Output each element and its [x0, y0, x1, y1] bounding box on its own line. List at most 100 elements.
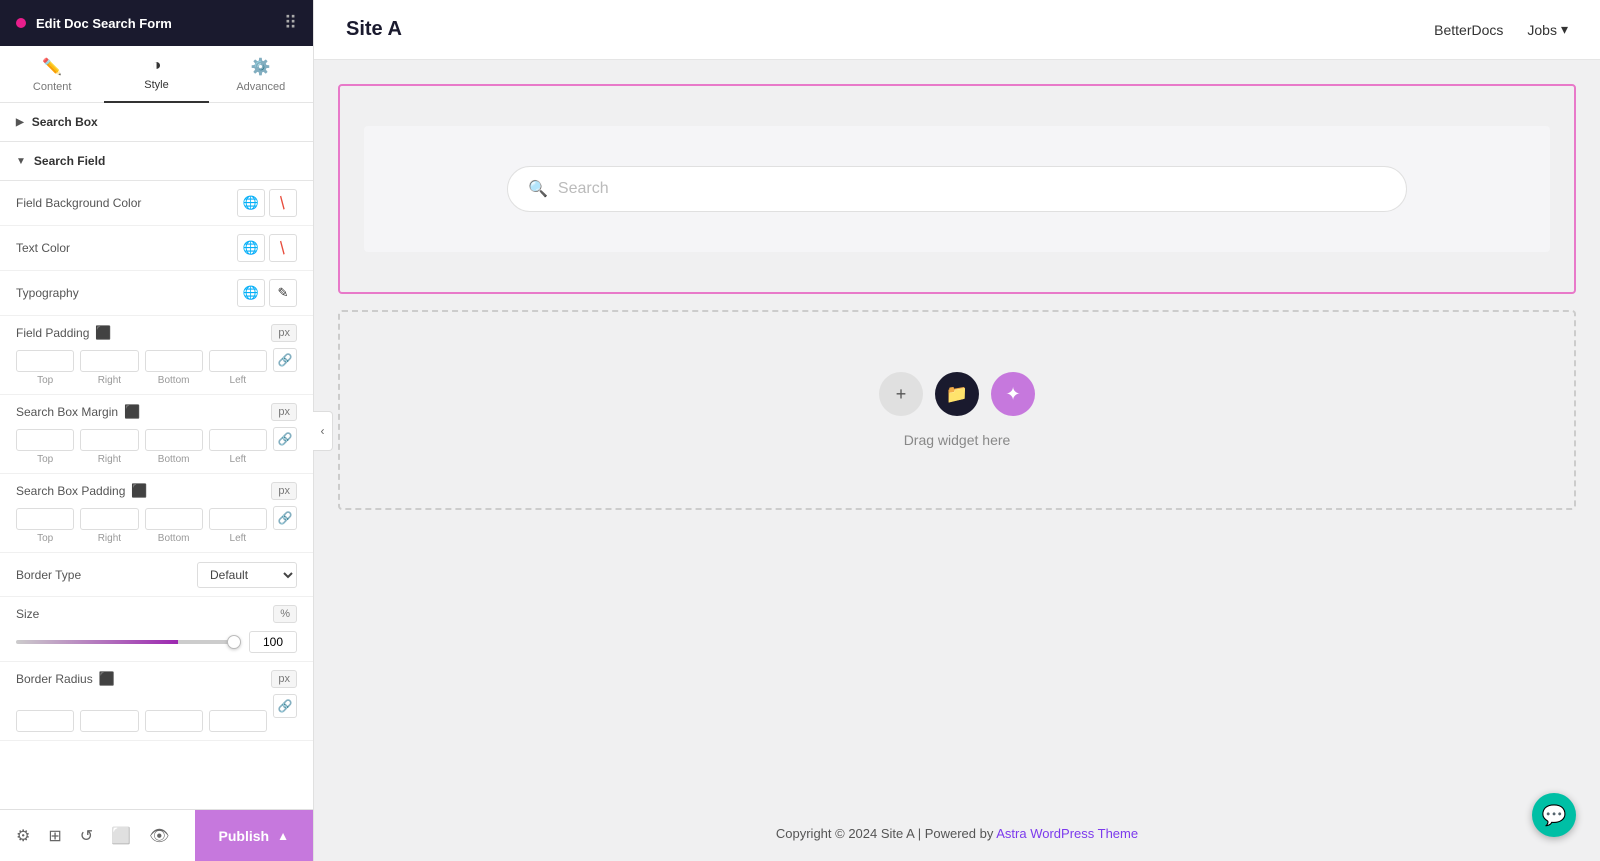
search-box-section-label: Search Box: [32, 115, 98, 129]
typography-controls: 🌐 ✎: [237, 279, 297, 307]
border-type-select[interactable]: Default None Solid Dashed: [197, 562, 297, 588]
search-box-arrow-icon: ▶: [16, 117, 24, 128]
sb-padding-right[interactable]: [80, 508, 138, 530]
margin-right-label: Right: [98, 454, 121, 465]
tab-advanced[interactable]: ⚙️ Advanced: [209, 47, 313, 103]
border-radius-left[interactable]: [209, 710, 267, 732]
search-input-display[interactable]: 🔍 Search: [507, 166, 1407, 212]
search-widget-section[interactable]: 🔍 Search: [338, 84, 1576, 294]
border-type-label: Border Type: [16, 568, 197, 582]
field-padding-inputs: Top Right Bottom Left 🔗: [16, 348, 297, 386]
tab-style[interactable]: ◑ Style: [104, 47, 208, 103]
bottom-icon-group: ⚙ ⊞ ↺ ⬜ 👁: [0, 822, 195, 850]
right-panel: Site A BetterDocs Jobs ▾ 🔍 Search + 📁: [314, 0, 1600, 861]
field-padding-bottom[interactable]: [145, 350, 203, 372]
search-box-margin-unit[interactable]: px: [271, 403, 297, 421]
ai-btn[interactable]: ✦: [991, 372, 1035, 416]
search-box-section-header[interactable]: ▶ Search Box: [0, 103, 313, 142]
grid-icon[interactable]: ⠿: [284, 13, 297, 34]
margin-bottom-label: Bottom: [158, 454, 190, 465]
border-radius-label: Border Radius ⬛: [16, 671, 115, 687]
field-padding-right[interactable]: [80, 350, 138, 372]
footer-text: Copyright © 2024 Site A | Powered by: [776, 826, 996, 841]
search-box-padding-unit[interactable]: px: [271, 482, 297, 500]
border-radius-link-btn[interactable]: 🔗: [273, 694, 297, 718]
margin-right[interactable]: [80, 429, 138, 451]
search-placeholder-text: Search: [558, 180, 609, 198]
color-slash-icon: /: [276, 194, 289, 212]
margin-monitor-icon: ⬛: [124, 404, 140, 420]
margin-top[interactable]: [16, 429, 74, 451]
margin-link-btn[interactable]: 🔗: [273, 427, 297, 451]
field-padding-left-label: Left: [230, 375, 247, 386]
settings-icon[interactable]: ⚙: [12, 822, 34, 850]
sb-padding-top[interactable]: [16, 508, 74, 530]
typography-edit-btn[interactable]: ✎: [269, 279, 297, 307]
site-footer: Copyright © 2024 Site A | Powered by Ast…: [314, 806, 1600, 861]
template-btn[interactable]: 📁: [935, 372, 979, 416]
field-padding-top-label: Top: [37, 375, 53, 386]
field-padding-unit[interactable]: px: [271, 324, 297, 342]
tab-content[interactable]: ✏️ Content: [0, 47, 104, 103]
size-slider-row: 100: [16, 631, 297, 653]
margin-bottom[interactable]: [145, 429, 203, 451]
tab-advanced-label: Advanced: [236, 81, 285, 93]
field-bg-color-swatch-btn[interactable]: /: [269, 189, 297, 217]
border-radius-right[interactable]: [80, 710, 138, 732]
field-bg-color-row: Field Background Color 🌐 /: [0, 181, 313, 226]
panel-bottom-bar: ⚙ ⊞ ↺ ⬜ 👁 Publish ▲: [0, 809, 313, 861]
text-color-swatch-btn[interactable]: /: [269, 234, 297, 262]
field-padding-monitor-icon: ⬛: [95, 325, 111, 341]
widget-drop-section[interactable]: + 📁 ✦ Drag widget here: [338, 310, 1576, 510]
margin-top-label: Top: [37, 454, 53, 465]
text-color-controls: 🌐 /: [237, 234, 297, 262]
field-padding-bottom-label: Bottom: [158, 375, 190, 386]
tab-style-label: Style: [144, 79, 168, 91]
size-unit[interactable]: %: [273, 605, 297, 623]
sb-padding-bottom[interactable]: [145, 508, 203, 530]
search-box-padding-label: Search Box Padding ⬛: [16, 483, 148, 499]
border-radius-top[interactable]: [16, 710, 74, 732]
size-value-input[interactable]: 100: [249, 631, 297, 653]
typography-global-btn[interactable]: 🌐: [237, 279, 265, 307]
nav-link-betterdocs[interactable]: BetterDocs: [1434, 22, 1503, 38]
size-slider[interactable]: [16, 640, 241, 644]
content-icon: ✏️: [42, 57, 62, 77]
border-radius-section: Border Radius ⬛ px 🔗: [0, 662, 313, 741]
eye-icon[interactable]: 👁: [145, 822, 173, 850]
footer-link[interactable]: Astra WordPress Theme: [996, 826, 1138, 841]
text-color-label: Text Color: [16, 241, 237, 255]
text-color-row: Text Color 🌐 /: [0, 226, 313, 271]
add-widget-btn[interactable]: +: [879, 372, 923, 416]
search-box-padding-section: Search Box Padding ⬛ px Top Right Bottom: [0, 474, 313, 553]
size-section: Size % 100: [0, 597, 313, 662]
field-padding-right-label: Right: [98, 375, 121, 386]
search-field-section-label: Search Field: [34, 154, 105, 168]
sb-padding-top-label: Top: [37, 533, 53, 544]
margin-left[interactable]: [209, 429, 267, 451]
typography-label: Typography: [16, 286, 237, 300]
field-bg-color-global-btn[interactable]: 🌐: [237, 189, 265, 217]
text-color-global-btn[interactable]: 🌐: [237, 234, 265, 262]
responsive-icon[interactable]: ⬜: [107, 822, 135, 850]
search-box-margin-label: Search Box Margin ⬛: [16, 404, 140, 420]
sb-padding-left[interactable]: [209, 508, 267, 530]
search-field-section-header[interactable]: ▼ Search Field: [0, 142, 313, 181]
search-box-margin-section: Search Box Margin ⬛ px Top Right Bottom: [0, 395, 313, 474]
field-padding-left[interactable]: [209, 350, 267, 372]
layers-icon[interactable]: ⊞: [44, 822, 65, 850]
field-padding-top[interactable]: [16, 350, 74, 372]
nav-link-jobs[interactable]: Jobs ▾: [1527, 21, 1568, 38]
history-icon[interactable]: ↺: [76, 822, 97, 850]
chat-button[interactable]: 💬: [1532, 793, 1576, 837]
sb-padding-link-btn[interactable]: 🔗: [273, 506, 297, 530]
collapse-panel-btn[interactable]: ‹: [313, 411, 333, 451]
border-radius-bottom[interactable]: [145, 710, 203, 732]
border-radius-unit[interactable]: px: [271, 670, 297, 688]
publish-button[interactable]: Publish ▲: [195, 810, 313, 861]
field-padding-link-btn[interactable]: 🔗: [273, 348, 297, 372]
margin-left-label: Left: [230, 454, 247, 465]
search-field-arrow-icon: ▼: [16, 156, 26, 167]
left-panel: Edit Doc Search Form ⠿ ✏️ Content ◑ Styl…: [0, 0, 314, 861]
panel-content: ▶ Search Box ▼ Search Field Field Backgr…: [0, 103, 313, 861]
